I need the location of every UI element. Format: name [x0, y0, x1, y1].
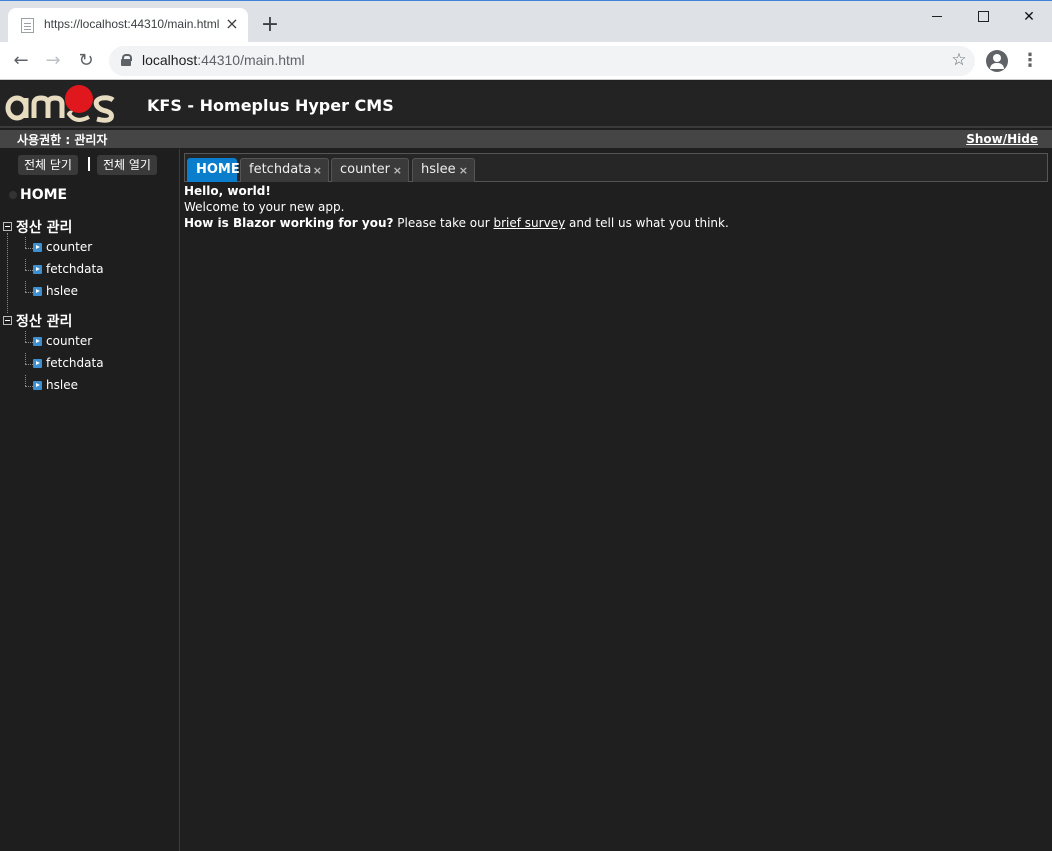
tab-counter[interactable]: counter ×: [331, 158, 409, 182]
sidebar-group-label: 정산 관리: [16, 314, 73, 330]
permission-label: 사용권한 : 관리자: [17, 133, 108, 147]
page-node-icon: [33, 243, 42, 252]
back-arrow-icon[interactable]: ←: [9, 49, 33, 73]
lock-icon[interactable]: [121, 54, 132, 66]
url-text[interactable]: localhost:44310/main.html: [142, 52, 305, 68]
button-separator: [88, 157, 90, 171]
page-body: Hello, world! Welcome to your new app. H…: [184, 183, 729, 231]
sidebar-group-header[interactable]: 정산 관리: [3, 217, 178, 237]
sidebar-item-counter[interactable]: counter: [3, 237, 178, 259]
app-title: KFS - Homeplus Hyper CMS: [147, 96, 394, 115]
page-node-icon: [33, 265, 42, 274]
tab-label: HOME: [196, 162, 240, 177]
sidebar-item-label: hslee: [46, 378, 78, 392]
tab-close-icon[interactable]: ×: [223, 15, 241, 33]
content-tabstrip: HOME fetchdata × counter × hslee ×: [184, 153, 1048, 182]
sidebar-group-header[interactable]: 정산 관리: [3, 311, 178, 331]
welcome-text: Welcome to your new app.: [184, 200, 345, 214]
tab-label: hslee: [421, 162, 456, 177]
sidebar-item-label: fetchdata: [46, 356, 104, 370]
browser-menu-icon[interactable]: ⋮: [1019, 50, 1041, 72]
page-node-icon: [33, 287, 42, 296]
collapse-toggle-icon[interactable]: [3, 222, 12, 231]
sidebar-item-fetchdata[interactable]: fetchdata: [3, 259, 178, 281]
sidebar-item-label: hslee: [46, 284, 78, 298]
sidebar-item-label: counter: [46, 334, 93, 348]
tab-hslee[interactable]: hslee ×: [412, 158, 475, 182]
browser-titlebar: https://localhost:44310/main.html × + ✕: [0, 0, 1052, 43]
permission-bar: 사용권한 : 관리자 Show/Hide: [0, 130, 1052, 148]
sidebar: 전체 닫기 전체 열기 HOME 정산 관리 counter fetchdata…: [0, 149, 180, 851]
page-node-icon: [33, 359, 42, 368]
expand-all-button[interactable]: 전체 열기: [97, 155, 157, 175]
forward-arrow-icon[interactable]: →: [41, 49, 65, 73]
main-content: HOME fetchdata × counter × hslee × Hello…: [181, 149, 1052, 851]
tab-home[interactable]: HOME: [187, 158, 240, 182]
collapse-toggle-icon[interactable]: [3, 316, 12, 325]
sidebar-group: 정산 관리 counter fetchdata hslee: [3, 217, 178, 313]
page-favicon-icon: [21, 18, 34, 33]
close-icon[interactable]: ×: [313, 160, 322, 182]
sidebar-item-hslee[interactable]: hslee: [3, 375, 178, 397]
collapse-all-button[interactable]: 전체 닫기: [18, 155, 78, 175]
sidebar-home-label: HOME: [20, 187, 68, 203]
bookmark-star-icon[interactable]: ☆: [948, 49, 970, 71]
page-node-icon: [33, 337, 42, 346]
sidebar-group-label: 정산 관리: [16, 220, 73, 236]
sidebar-item-label: fetchdata: [46, 262, 104, 276]
page-heading: Hello, world!: [184, 184, 271, 198]
close-icon[interactable]: ×: [393, 160, 402, 182]
survey-prompt: How is Blazor working for you? Please ta…: [184, 216, 729, 230]
reload-icon[interactable]: ↻: [74, 49, 98, 73]
window-close-button[interactable]: ✕: [1017, 5, 1041, 29]
tab-label: fetchdata: [249, 162, 312, 177]
profile-avatar-icon[interactable]: [986, 50, 1008, 72]
tab-fetchdata[interactable]: fetchdata ×: [240, 158, 329, 182]
browser-tab-title: https://localhost:44310/main.html: [44, 17, 220, 31]
sidebar-item-label: counter: [46, 240, 93, 254]
browser-toolbar: ← → ↻ localhost:44310/main.html ☆ ⋮: [0, 42, 1052, 80]
window-maximize-button[interactable]: [971, 5, 995, 29]
survey-question: How is Blazor working for you?: [184, 216, 394, 230]
sidebar-group: 정산 관리 counter fetchdata hslee: [3, 311, 178, 397]
show-hide-link[interactable]: Show/Hide: [966, 132, 1038, 146]
home-node-icon: [9, 191, 17, 199]
close-icon[interactable]: ×: [459, 160, 468, 182]
survey-link[interactable]: brief survey: [494, 216, 566, 230]
sidebar-item-hslee[interactable]: hslee: [3, 281, 178, 303]
sidebar-item-home[interactable]: HOME: [9, 187, 67, 203]
amos-logo[interactable]: [4, 84, 120, 124]
address-bar[interactable]: localhost:44310/main.html ☆: [109, 46, 975, 76]
new-tab-button[interactable]: +: [258, 13, 282, 37]
app-header: KFS - Homeplus Hyper CMS: [0, 81, 1052, 128]
window-minimize-button[interactable]: [925, 5, 949, 29]
page-node-icon: [33, 381, 42, 390]
browser-tab[interactable]: https://localhost:44310/main.html ×: [8, 8, 248, 43]
sidebar-item-counter[interactable]: counter: [3, 331, 178, 353]
tab-label: counter: [340, 162, 391, 177]
sidebar-item-fetchdata[interactable]: fetchdata: [3, 353, 178, 375]
